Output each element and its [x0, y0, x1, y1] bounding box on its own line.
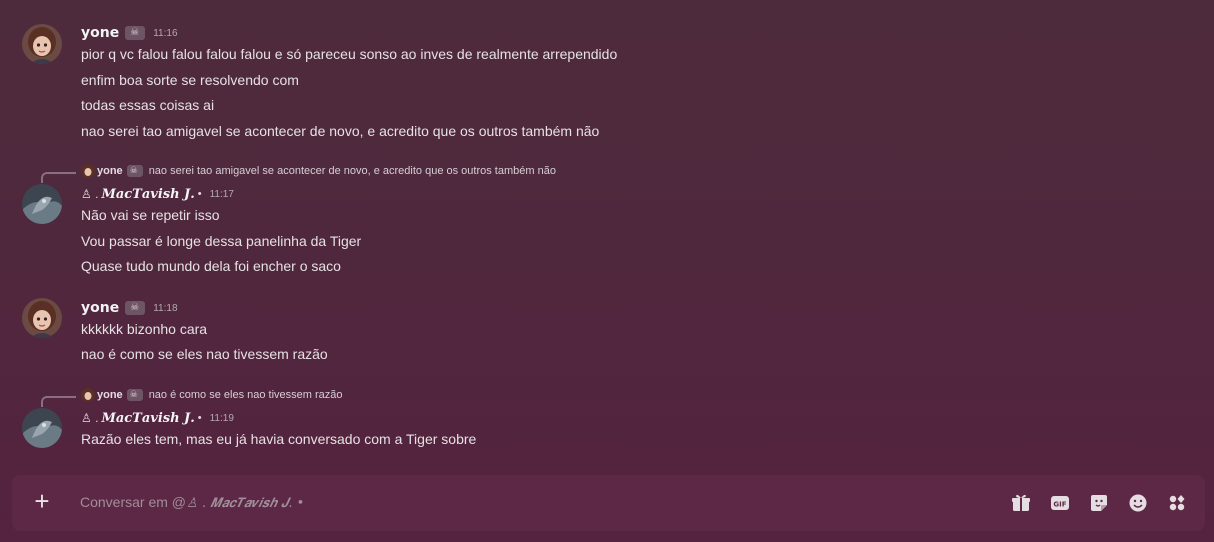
message-text: nao serei tao amigavel se acontecer de n…	[81, 123, 600, 139]
username[interactable]: yone	[81, 25, 119, 41]
gif-icon[interactable]: GIF	[1049, 492, 1071, 514]
message-header: ♙ . 𝑴𝒂𝒄𝑻𝒂𝒗𝒊𝒔𝒉 𝑱. • 11:19	[81, 409, 234, 427]
reply-author[interactable]: yone	[97, 389, 123, 401]
skull-icon: ☠	[126, 389, 143, 401]
apps-icon[interactable]	[1166, 492, 1188, 514]
reply-avatar	[81, 388, 95, 402]
placeholder-prefix: Conversar em @	[80, 494, 187, 510]
message-text: kkkkkk bizonho cara	[81, 321, 208, 337]
skull-icon: ☠	[125, 26, 146, 40]
avatar[interactable]	[22, 24, 62, 64]
sticker-icon[interactable]	[1088, 492, 1110, 514]
avatar[interactable]	[22, 184, 62, 224]
message-composer[interactable]: + Conversar em @♙ . 𝑴𝒂𝒄𝑻𝒂𝒗𝒊𝒔𝒉 𝑱. • GIF	[12, 475, 1205, 531]
skull-icon: ☠	[126, 165, 143, 177]
avatar[interactable]	[22, 298, 62, 338]
message-header: yone ☠ 11:18	[81, 299, 178, 317]
timestamp[interactable]: 11:19	[210, 413, 234, 424]
gift-icon[interactable]	[1010, 492, 1032, 514]
reply-preview[interactable]: yone ☠ nao é como se eles nao tivessem r…	[81, 387, 343, 403]
username[interactable]: 𝑴𝒂𝒄𝑻𝒂𝒗𝒊𝒔𝒉 𝑱.	[101, 411, 194, 426]
plus-icon[interactable]: +	[30, 488, 54, 514]
skull-icon: ☠	[125, 301, 146, 315]
message-header: yone ☠ 11:16	[81, 24, 178, 42]
author-prefix: ♙ .	[81, 187, 99, 201]
reply-preview[interactable]: yone ☠ nao serei tao amigavel se acontec…	[81, 163, 556, 179]
author-prefix: ♙ .	[81, 411, 99, 425]
reply-text: nao serei tao amigavel se acontecer de n…	[148, 165, 556, 177]
reply-spine	[41, 396, 76, 407]
message-input[interactable]: Conversar em @♙ . 𝑴𝒂𝒄𝑻𝒂𝒗𝒊𝒔𝒉 𝑱. •	[80, 494, 304, 511]
message-text: pior q vc falou falou falou falou e só p…	[81, 46, 618, 62]
emoji-icon[interactable]	[1127, 492, 1149, 514]
reply-author[interactable]: yone	[97, 165, 123, 177]
reply-spine	[41, 172, 76, 183]
timestamp[interactable]: 11:16	[153, 28, 177, 39]
reply-avatar	[81, 164, 95, 178]
placeholder-name: ♙ . 𝑴𝒂𝒄𝑻𝒂𝒗𝒊𝒔𝒉 𝑱. •	[186, 496, 305, 511]
timestamp[interactable]: 11:17	[210, 189, 234, 200]
message-text: Não vai se repetir isso	[81, 207, 220, 223]
author-suffix: •	[197, 188, 202, 200]
username[interactable]: 𝑴𝒂𝒄𝑻𝒂𝒗𝒊𝒔𝒉 𝑱.	[101, 187, 194, 202]
message-text: enfim boa sorte se resolvendo com	[81, 72, 299, 88]
message-header: ♙ . 𝑴𝒂𝒄𝑻𝒂𝒗𝒊𝒔𝒉 𝑱. • 11:17	[81, 185, 234, 203]
avatar[interactable]	[22, 408, 62, 448]
message-text: nao é como se eles nao tivessem razão	[81, 346, 328, 362]
message-text: Quase tudo mundo dela foi encher o saco	[81, 258, 341, 274]
gif-label: GIF	[1053, 501, 1066, 509]
timestamp[interactable]: 11:18	[153, 303, 177, 314]
message-text: todas essas coisas ai	[81, 97, 215, 113]
message-text: Vou passar é longe dessa panelinha da Ti…	[81, 233, 362, 249]
message-list: yone ☠ 11:16 pior q vc falou falou falou…	[0, 0, 1214, 470]
reply-text: nao é como se eles nao tivessem razão	[148, 389, 343, 401]
username[interactable]: yone	[81, 300, 119, 316]
author-suffix: •	[197, 412, 202, 424]
message-text: Razão eles tem, mas eu já havia conversa…	[81, 431, 477, 447]
